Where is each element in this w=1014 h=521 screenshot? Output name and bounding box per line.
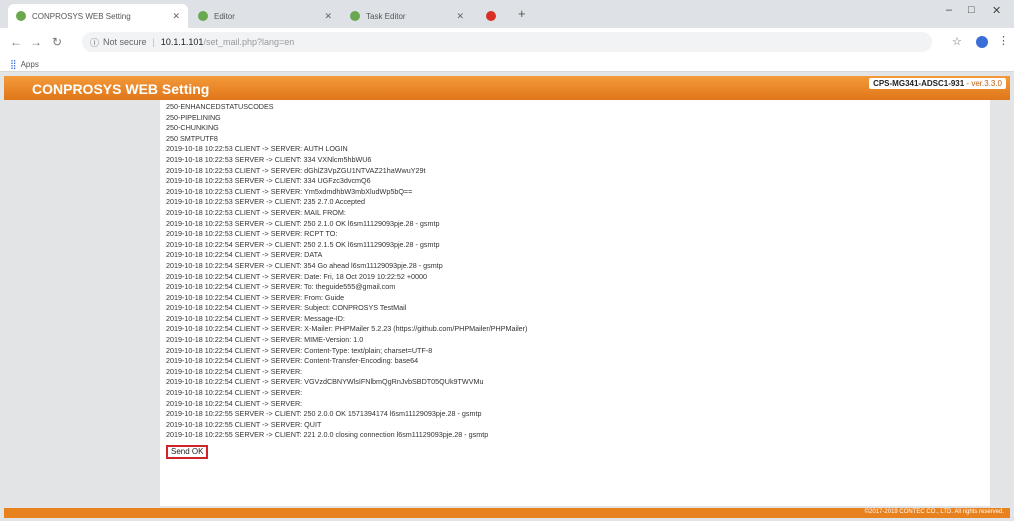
log-line: 2019-10-18 10:22:54 CLIENT -> SERVER: Da… <box>166 271 428 281</box>
bookmarks-bar: ⣿ Apps <box>0 56 1014 72</box>
device-model-badge: CPS-MG341-ADSC1-931 - ver.3.3.0 <box>869 78 1006 89</box>
log-line: 2019-10-18 10:22:54 CLIENT -> SERVER: Su… <box>166 303 407 313</box>
tab-gmail-inbox[interactable] <box>478 4 516 28</box>
maximize-button[interactable]: □ <box>968 4 975 16</box>
log-line: 2019-10-18 10:22:54 CLIENT -> SERVER: To… <box>166 282 396 292</box>
log-line: 250-PIPELINING <box>166 112 221 122</box>
page-header: CONPROSYS WEB Setting CPS-MG341-ADSC1-93… <box>4 76 1010 100</box>
apps-label: Apps <box>20 60 39 69</box>
tab-conprosys-web-setting[interactable]: CONPROSYS WEB Setting ✕ <box>8 4 188 28</box>
page-footer: ©2017-2019 CONTEC CO., LTD. All rights r… <box>4 508 1010 518</box>
device-model: CPS-MG341-ADSC1-931 <box>873 79 965 88</box>
copyright-text: ©2017-2019 CONTEC CO., LTD. All rights r… <box>864 509 1004 515</box>
tab-editor[interactable]: Editor ✕ <box>190 4 340 28</box>
log-line: 2019-10-18 10:22:53 SERVER -> CLIENT: 33… <box>166 176 371 186</box>
new-tab-button[interactable]: + <box>518 6 526 21</box>
browser-tab-strip: CONPROSYS WEB Setting ✕ Editor ✕ Task Ed… <box>0 0 1014 28</box>
firmware-version: - ver.3.3.0 <box>964 79 1002 88</box>
log-line: 2019-10-18 10:22:54 CLIENT -> SERVER: Me… <box>166 313 345 323</box>
log-line: 2019-10-18 10:22:54 CLIENT -> SERVER: X-… <box>166 324 528 334</box>
tab-close-icon[interactable]: ✕ <box>172 11 180 22</box>
tab-label: Task Editor <box>366 11 406 21</box>
log-line: 2019-10-18 10:22:53 SERVER -> CLIENT: 25… <box>166 218 440 228</box>
log-line: 2019-10-18 10:22:54 CLIENT -> SERVER: Fr… <box>166 292 345 302</box>
info-icon[interactable]: ⓘ <box>90 36 99 49</box>
log-line: 2019-10-18 10:22:55 CLIENT -> SERVER: QU… <box>166 419 322 429</box>
log-line: 2019-10-18 10:22:53 CLIENT -> SERVER: Ym… <box>166 186 413 196</box>
log-line: 2019-10-18 10:22:54 CLIENT -> SERVER: MI… <box>166 335 364 345</box>
log-line: 2019-10-18 10:22:54 CLIENT -> SERVER: Co… <box>166 345 433 355</box>
log-line: 2019-10-18 10:22:53 SERVER -> CLIENT: 33… <box>166 154 372 164</box>
url-input[interactable]: ⓘ Not secure | 10.1.1.101 /set_mail.php?… <box>82 32 932 52</box>
bookmark-star-icon[interactable]: ☆ <box>952 35 962 48</box>
apps-shortcut[interactable]: ⣿ Apps <box>10 59 39 70</box>
page-title: CONPROSYS WEB Setting <box>32 81 210 97</box>
forward-arrow-icon[interactable]: → <box>30 35 42 49</box>
log-line: 2019-10-18 10:22:54 SERVER -> CLIENT: 35… <box>166 260 443 270</box>
log-line: 2019-10-18 10:22:53 CLIENT -> SERVER: AU… <box>166 144 348 154</box>
log-line: 2019-10-18 10:22:55 SERVER -> CLIENT: 25… <box>166 409 482 419</box>
url-divider: | <box>152 37 155 47</box>
log-line: 250-CHUNKING <box>166 123 219 133</box>
log-line: 250-ENHANCEDSTATUSCODES <box>166 102 274 111</box>
tab-label: Editor <box>214 11 235 21</box>
send-status: Send OK <box>166 445 209 459</box>
log-line: 2019-10-18 10:22:54 CLIENT -> SERVER: <box>166 398 303 408</box>
tab-close-icon[interactable]: ✕ <box>456 11 464 22</box>
page-body: CONPROSYS WEB Setting CPS-MG341-ADSC1-93… <box>0 72 1014 521</box>
close-window-button[interactable]: ✕ <box>992 4 1001 17</box>
log-line: 2019-10-18 10:22:53 CLIENT -> SERVER: RC… <box>166 229 338 239</box>
tab-task-editor[interactable]: Task Editor ✕ <box>342 4 472 28</box>
smtp-log-panel: 250-ENHANCEDSTATUSCODES 250-PIPELINING 250… <box>160 100 990 506</box>
profile-avatar[interactable] <box>976 36 988 48</box>
reload-icon[interactable]: ↻ <box>52 35 62 49</box>
log-line: 250 SMTPUTF8 <box>166 133 218 143</box>
tab-favicon-icon <box>16 11 26 21</box>
back-arrow-icon[interactable]: ← <box>10 35 22 49</box>
gmail-favicon-icon <box>486 11 496 21</box>
log-line: 2019-10-18 10:22:54 CLIENT -> SERVER: <box>166 388 303 398</box>
log-line: 2019-10-18 10:22:53 SERVER -> CLIENT: 23… <box>166 197 366 207</box>
log-line: 2019-10-18 10:22:54 CLIENT -> SERVER: VG… <box>166 377 484 387</box>
address-bar-row: ← → ↻ ⓘ Not secure | 10.1.1.101 /set_mai… <box>0 28 1014 56</box>
tab-favicon-icon <box>198 11 208 21</box>
tab-favicon-icon <box>350 11 360 21</box>
apps-grid-icon: ⣿ <box>10 59 17 69</box>
log-line: 2019-10-18 10:22:54 CLIENT -> SERVER: DA… <box>166 250 323 260</box>
not-secure-label: Not secure <box>103 37 147 47</box>
minimize-button[interactable]: – <box>946 4 952 16</box>
tab-close-icon[interactable]: ✕ <box>324 11 332 22</box>
smtp-log: 250-ENHANCEDSTATUSCODES 250-PIPELINING 250… <box>166 102 984 441</box>
url-path: /set_mail.php?lang=en <box>203 37 295 47</box>
log-line: 2019-10-18 10:22:54 CLIENT -> SERVER: Co… <box>166 356 419 366</box>
log-line: 2019-10-18 10:22:55 SERVER -> CLIENT: 22… <box>166 430 489 440</box>
log-line: 2019-10-18 10:22:54 CLIENT -> SERVER: <box>166 366 303 376</box>
log-line: 2019-10-18 10:22:54 SERVER -> CLIENT: 25… <box>166 239 440 249</box>
more-menu-icon[interactable]: ⋮ <box>998 34 1009 47</box>
url-host: 10.1.1.101 <box>160 37 204 47</box>
tab-label: CONPROSYS WEB Setting <box>32 11 131 21</box>
log-line: 2019-10-18 10:22:53 CLIENT -> SERVER: dG… <box>166 165 426 175</box>
log-line: 2019-10-18 10:22:53 CLIENT -> SERVER: MA… <box>166 207 346 217</box>
